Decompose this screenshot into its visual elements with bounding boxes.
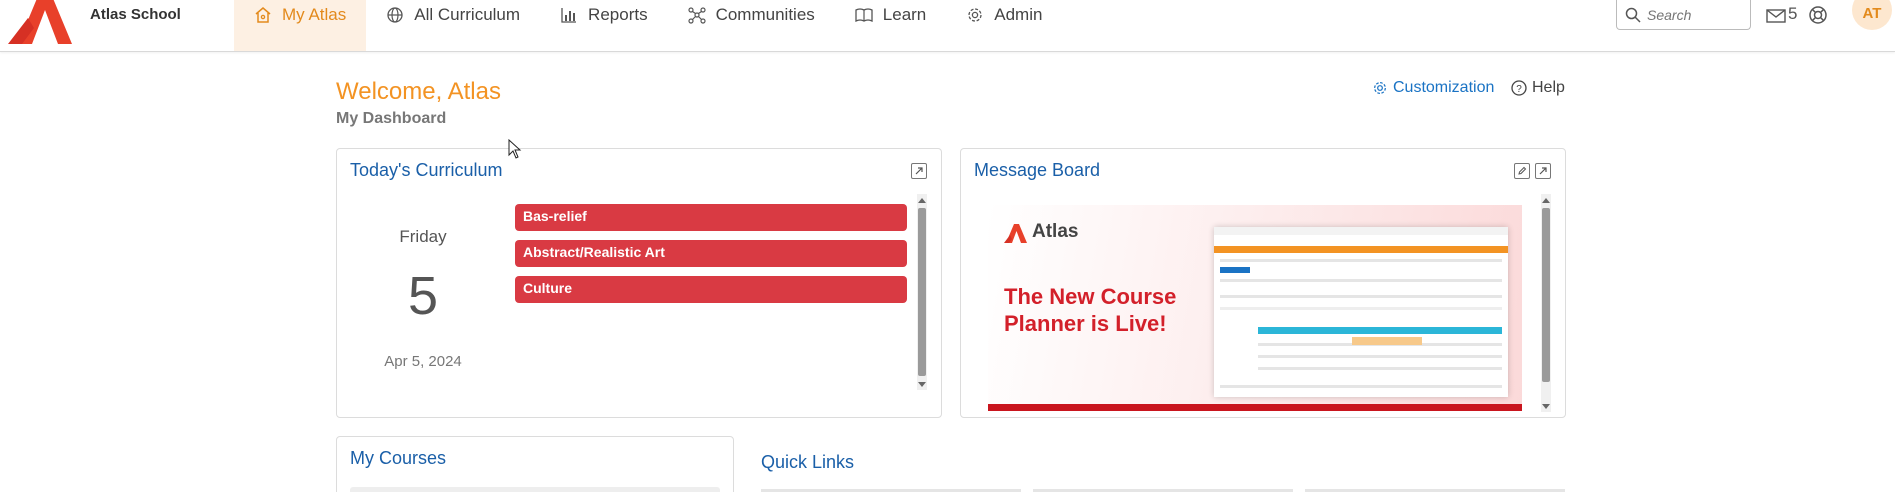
day-number: 5 xyxy=(407,266,439,326)
nav-label: Admin xyxy=(994,5,1043,24)
dashboard-subtitle: My Dashboard xyxy=(336,110,447,127)
support-button[interactable] xyxy=(1808,5,1828,30)
course-planner-banner[interactable]: Atlas The New Course Planner is Live! xyxy=(988,205,1522,411)
globe-icon xyxy=(387,7,403,23)
external-link-icon xyxy=(915,167,923,175)
home-icon xyxy=(255,7,271,23)
nav-label: My Atlas xyxy=(282,5,347,24)
todays-curriculum-title[interactable]: Today's Curriculum xyxy=(350,160,502,181)
welcome-heading: Welcome, Atlas xyxy=(336,78,501,105)
atlas-logo-icon xyxy=(1004,224,1027,243)
mail-icon xyxy=(1766,9,1786,23)
help-link[interactable]: ? Help xyxy=(1511,79,1565,97)
school-name: Atlas School xyxy=(90,6,181,23)
atlas-logo[interactable] xyxy=(8,0,82,44)
scroll-down-arrow[interactable] xyxy=(1542,404,1550,409)
customization-link[interactable]: Customization xyxy=(1372,79,1494,97)
book-icon xyxy=(855,8,873,23)
course-planner-screenshot xyxy=(1214,227,1508,397)
banner-headline: The New Course Planner is Live! xyxy=(1004,284,1177,336)
lifebuoy-icon xyxy=(1809,6,1827,24)
course-list-item[interactable] xyxy=(350,487,720,492)
my-courses-card: My Courses xyxy=(336,436,734,492)
help-label: Help xyxy=(1532,79,1565,96)
scroll-down-arrow[interactable] xyxy=(918,382,926,387)
search-input[interactable] xyxy=(1647,6,1747,23)
mouse-cursor-icon xyxy=(508,139,522,159)
customization-label: Customization xyxy=(1393,79,1495,96)
user-avatar[interactable]: AT xyxy=(1852,0,1892,30)
lesson-bas-relief[interactable]: Bas-relief xyxy=(515,204,907,231)
message-board-scrollbar[interactable] xyxy=(1541,194,1551,412)
bar-chart-icon xyxy=(561,8,577,23)
banner-atlas-logo: Atlas xyxy=(1004,221,1078,243)
external-link-icon xyxy=(1539,167,1547,175)
quick-links-title: Quick Links xyxy=(761,452,855,472)
message-board-title[interactable]: Message Board xyxy=(974,160,1100,181)
nav-all-curriculum[interactable]: All Curriculum xyxy=(366,0,540,51)
gear-icon xyxy=(968,8,982,22)
search-field[interactable] xyxy=(1616,0,1751,30)
search-icon xyxy=(1625,7,1641,23)
curriculum-scrollbar[interactable] xyxy=(917,194,927,390)
nav-label: Communities xyxy=(715,5,815,24)
nav-label: Reports xyxy=(588,5,648,24)
main-nav: My Atlas All Curriculum Reports Communit… xyxy=(234,0,1062,51)
scrollbar-thumb[interactable] xyxy=(918,208,926,376)
expand-button[interactable] xyxy=(911,163,927,179)
gear-icon xyxy=(1374,82,1386,94)
pencil-icon xyxy=(1518,166,1527,175)
mail-count: 5 xyxy=(1788,4,1798,23)
messages-button[interactable]: 5 xyxy=(1766,4,1797,24)
day-name: Friday xyxy=(399,227,447,246)
svg-text:?: ? xyxy=(1516,84,1522,95)
top-navigation-bar: Atlas School My Atlas All Curriculum Rep… xyxy=(0,0,1895,52)
scroll-up-arrow[interactable] xyxy=(1542,198,1550,203)
nav-learn[interactable]: Learn xyxy=(835,0,946,51)
expand-button[interactable] xyxy=(1535,163,1551,179)
nav-label: Learn xyxy=(882,5,927,24)
scroll-up-arrow[interactable] xyxy=(918,198,926,203)
nav-admin[interactable]: Admin xyxy=(946,0,1062,51)
scrollbar-thumb[interactable] xyxy=(1542,208,1550,382)
banner-brand: Atlas xyxy=(1032,221,1079,242)
nav-label: All Curriculum xyxy=(414,5,521,24)
network-icon xyxy=(687,7,706,24)
lesson-abstract-realistic-art[interactable]: Abstract/Realistic Art xyxy=(515,240,907,267)
edit-button[interactable] xyxy=(1514,163,1530,179)
full-date: Apr 5, 2024 xyxy=(384,353,462,370)
lesson-culture[interactable]: Culture xyxy=(515,276,907,303)
todays-curriculum-card: Today's Curriculum Friday 5 Apr 5, 2024 … xyxy=(336,148,942,418)
nav-my-atlas[interactable]: My Atlas xyxy=(234,0,367,51)
my-courses-title[interactable]: My Courses xyxy=(350,448,446,469)
nav-communities[interactable]: Communities xyxy=(668,0,835,51)
nav-reports[interactable]: Reports xyxy=(540,0,668,51)
message-board-card: Message Board Atlas The New Course Plann… xyxy=(960,148,1566,418)
help-icon: ? xyxy=(1511,80,1527,96)
banner-accent-bar xyxy=(988,404,1522,411)
